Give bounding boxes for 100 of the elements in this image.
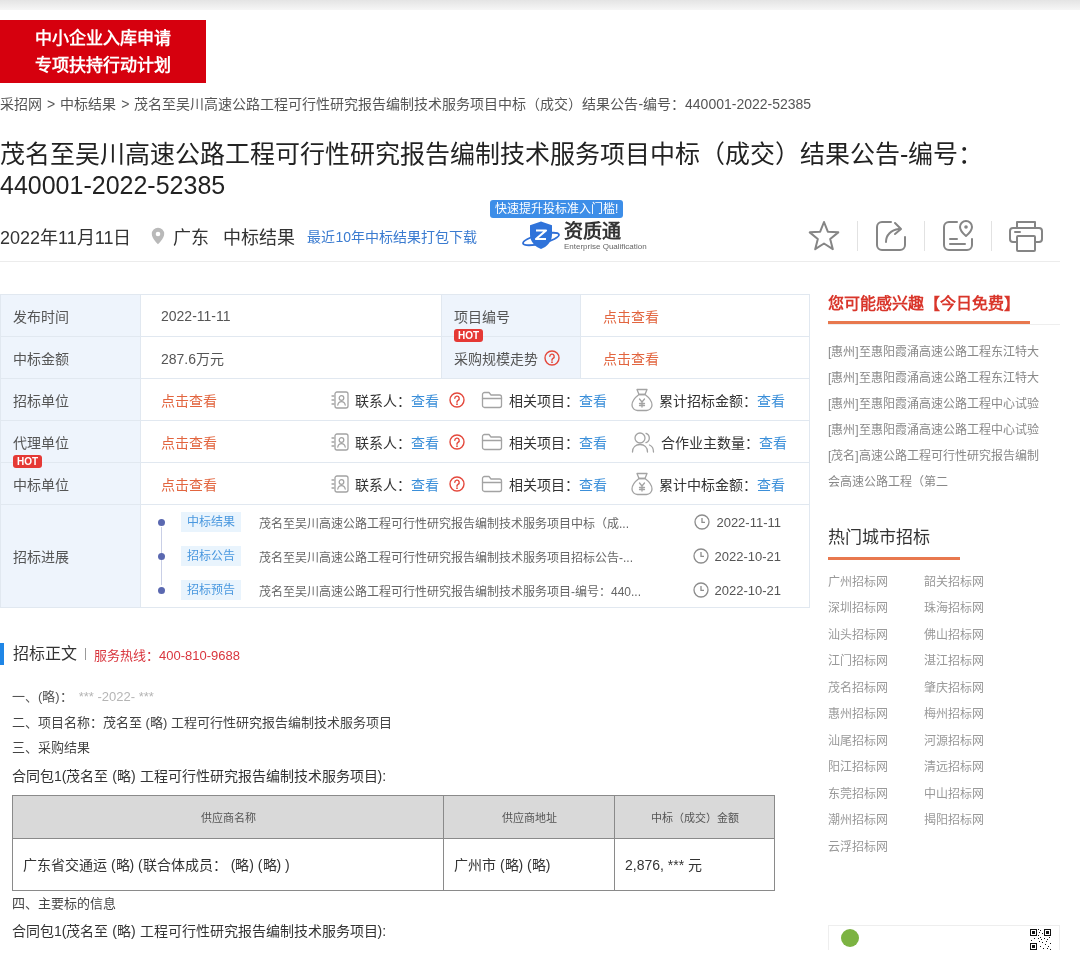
breadcrumb-link[interactable]: 采招网 bbox=[0, 94, 42, 114]
field-label: 招标单位 bbox=[13, 391, 69, 410]
city-link[interactable]: 云浮招标网 bbox=[828, 836, 888, 854]
circle-logo-icon bbox=[841, 928, 859, 947]
view-link[interactable]: 查看 bbox=[579, 389, 607, 410]
recommend-link[interactable]: [惠州]至惠阳霞涌高速公路工程中心试验 bbox=[828, 419, 1039, 437]
field-value: 287.6万元 bbox=[161, 349, 225, 368]
stat-label: 累计招标金额： bbox=[659, 391, 757, 410]
view-link[interactable]: 点击查看 bbox=[161, 473, 217, 494]
view-link[interactable]: 查看 bbox=[579, 473, 607, 494]
city-link[interactable]: 中山招标网 bbox=[924, 783, 984, 801]
city-link[interactable]: 湛江招标网 bbox=[924, 651, 984, 669]
page-title: 茂名至吴川高速公路工程可行性研究报告编制技术服务项目中标（成交）结果公告-编号：440001-2022-52385 bbox=[0, 139, 985, 201]
publish-date: 2022年11月11日 bbox=[0, 227, 132, 249]
notice-link[interactable]: 茂名至吴川高速公路工程可行性研究报告编制技术服务项目中标（成... bbox=[259, 513, 629, 531]
body-text: 二、项目名称：茂名至 (略) 工程可行性研究报告编制技术服务项目 bbox=[12, 714, 392, 730]
field-label: 项目编号 bbox=[454, 307, 510, 326]
view-link[interactable]: 点击查看 bbox=[603, 347, 659, 368]
recommend-link[interactable]: [惠州]至惠阳霞涌高速公路工程东江特大 bbox=[828, 341, 1039, 359]
print-icon[interactable] bbox=[1008, 219, 1044, 253]
body-text: 四、主要标的信息 bbox=[12, 895, 116, 911]
hot-badge: HOT bbox=[13, 455, 43, 468]
location-pin-icon bbox=[151, 227, 166, 245]
view-link[interactable]: 点击查看 bbox=[161, 389, 217, 410]
help-icon[interactable] bbox=[449, 391, 465, 408]
field-label: 采购规模走势 bbox=[454, 349, 538, 368]
city-link[interactable]: 肇庆招标网 bbox=[924, 677, 984, 695]
table-header-cell: 中标（成交）金额 bbox=[614, 795, 775, 838]
status-tag: 招标公告 bbox=[181, 546, 241, 566]
related-projects-label: 相关项目： bbox=[509, 475, 579, 494]
location-document-icon[interactable] bbox=[941, 219, 975, 253]
contact-card-icon bbox=[331, 432, 349, 451]
qr-code-icon bbox=[1030, 928, 1051, 950]
field-label: 中标单位 bbox=[13, 475, 69, 494]
city-link[interactable]: 梅州招标网 bbox=[924, 704, 984, 722]
money-bag-icon bbox=[631, 471, 653, 496]
view-link[interactable]: 查看 bbox=[757, 389, 785, 410]
recommend-link[interactable]: 会高速公路工程（第二 bbox=[828, 471, 948, 489]
notice-date: 2022-11-11 bbox=[716, 514, 781, 530]
city-link[interactable]: 清远招标网 bbox=[924, 757, 984, 775]
help-icon[interactable] bbox=[449, 475, 465, 492]
field-label: 发布时间 bbox=[13, 307, 69, 326]
view-link[interactable]: 查看 bbox=[579, 431, 607, 452]
city-link[interactable]: 汕头招标网 bbox=[828, 624, 888, 642]
table-header-cell: 供应商地址 bbox=[443, 795, 615, 838]
breadcrumb-separator: > bbox=[121, 95, 130, 114]
region-label: 广东 bbox=[173, 227, 210, 249]
recommend-link[interactable]: [惠州]至惠阳霞涌高速公路工程中心试验 bbox=[828, 393, 1039, 411]
body-text: 三、采购结果 bbox=[12, 740, 90, 755]
city-link[interactable]: 茂名招标网 bbox=[828, 677, 888, 695]
contact-label: 联系人： bbox=[355, 391, 411, 410]
download-link[interactable]: 最近10年中标结果打包下载 bbox=[307, 226, 477, 246]
city-link[interactable]: 河源招标网 bbox=[924, 730, 984, 748]
stat-label: 合作业主数量： bbox=[661, 433, 759, 452]
view-link[interactable]: 查看 bbox=[411, 431, 439, 452]
breadcrumb-link[interactable]: 中标结果 bbox=[60, 94, 117, 114]
view-link[interactable]: 查看 bbox=[411, 473, 439, 494]
table-header-cell: 供应商名称 bbox=[12, 795, 444, 838]
view-link[interactable]: 查看 bbox=[411, 389, 439, 410]
city-link[interactable]: 珠海招标网 bbox=[924, 598, 984, 616]
city-link[interactable]: 韶关招标网 bbox=[924, 571, 984, 589]
contact-card-icon bbox=[331, 474, 349, 493]
city-link[interactable]: 惠州招标网 bbox=[828, 704, 888, 722]
promo-banner[interactable]: 中小企业入库申请 专项扶持行动计划 bbox=[0, 20, 206, 83]
partner-logo-link[interactable]: 资质通 Enterprise Qualification bbox=[521, 220, 647, 252]
city-link[interactable]: 东莞招标网 bbox=[828, 783, 888, 801]
section-title: 招标正文 bbox=[0, 643, 77, 665]
clock-icon bbox=[694, 514, 711, 530]
sidebar-heading: 热门城市招标 bbox=[828, 527, 930, 549]
share-icon[interactable] bbox=[874, 219, 908, 253]
view-link[interactable]: 点击查看 bbox=[603, 305, 659, 326]
city-link[interactable]: 广州招标网 bbox=[828, 571, 888, 589]
help-icon[interactable] bbox=[544, 349, 560, 366]
folder-icon bbox=[481, 390, 503, 409]
star-icon[interactable] bbox=[807, 219, 841, 253]
view-link[interactable]: 点击查看 bbox=[161, 431, 217, 452]
city-link[interactable]: 江门招标网 bbox=[828, 651, 888, 669]
city-link[interactable]: 潮州招标网 bbox=[828, 810, 888, 828]
city-link[interactable]: 阳江招标网 bbox=[828, 757, 888, 775]
recommend-link[interactable]: [茂名]高速公路工程可行性研究报告编制 bbox=[828, 445, 1039, 463]
money-bag-icon bbox=[631, 387, 653, 412]
package-heading: 合同包1(茂名至 (略) 工程可行性研究报告编制技术服务项目): bbox=[12, 923, 387, 939]
city-link[interactable]: 佛山招标网 bbox=[924, 624, 984, 642]
field-value: 2022-11-11 bbox=[161, 307, 231, 324]
city-link[interactable]: 汕尾招标网 bbox=[828, 730, 888, 748]
city-link[interactable]: 揭阳招标网 bbox=[924, 810, 984, 828]
sidebar-heading: 您可能感兴趣【今日免费】 bbox=[828, 294, 1020, 314]
notice-link[interactable]: 茂名至吴川高速公路工程可行性研究报告编制技术服务项目-编号：440... bbox=[259, 581, 642, 599]
view-link[interactable]: 查看 bbox=[759, 431, 787, 452]
related-projects-label: 相关项目： bbox=[509, 433, 579, 452]
city-link[interactable]: 深圳招标网 bbox=[828, 598, 888, 616]
people-icon bbox=[631, 430, 655, 453]
help-icon[interactable] bbox=[449, 433, 465, 450]
recommend-link[interactable]: [惠州]至惠阳霞涌高速公路工程东江特大 bbox=[828, 367, 1039, 385]
view-link[interactable]: 查看 bbox=[757, 473, 785, 494]
field-label: 代理单位 bbox=[13, 433, 69, 452]
related-projects-label: 相关项目： bbox=[509, 391, 579, 410]
notice-link[interactable]: 茂名至吴川高速公路工程可行性研究报告编制技术服务项目招标公告-... bbox=[259, 547, 633, 565]
hot-badge: HOT bbox=[454, 329, 484, 342]
notice-date: 2022-10-21 bbox=[714, 548, 781, 564]
